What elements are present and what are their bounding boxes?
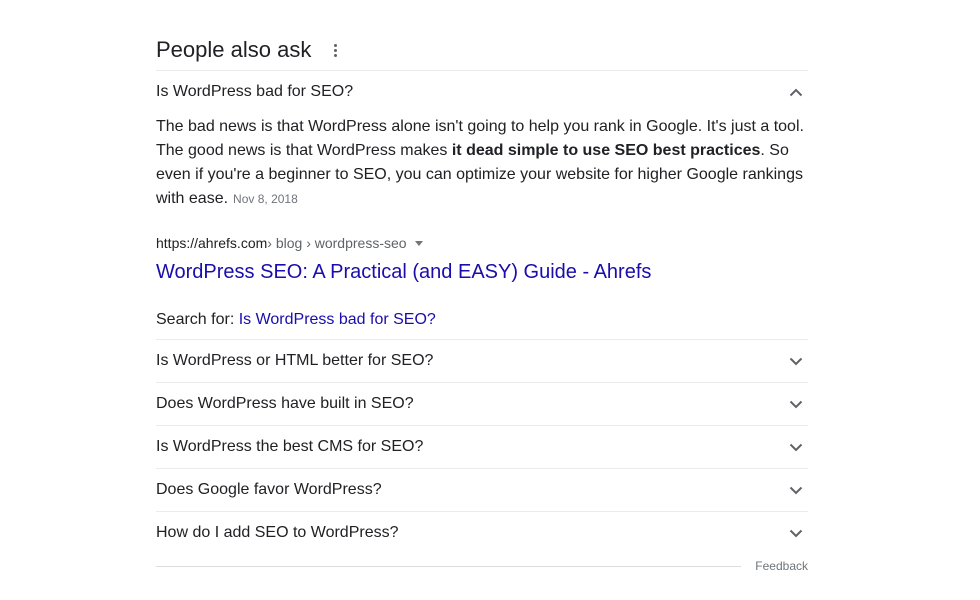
question-text: Is WordPress or HTML better for SEO?	[156, 352, 434, 369]
more-vert-icon[interactable]	[329, 40, 341, 60]
paa-header: People also ask	[156, 30, 808, 71]
search-for-label: Search for:	[156, 311, 239, 328]
question-text: Does Google favor WordPress?	[156, 481, 382, 498]
paa-footer: Feedback	[156, 557, 808, 575]
chevron-up-icon[interactable]	[784, 80, 808, 104]
answer-date: Nov 8, 2018	[233, 192, 298, 206]
result-title-link[interactable]: WordPress SEO: A Practical (and EASY) Gu…	[156, 259, 808, 285]
chevron-down-icon[interactable]	[784, 435, 808, 459]
chevron-down-icon[interactable]	[784, 521, 808, 545]
question-item[interactable]: Is WordPress the best CMS for SEO?	[156, 425, 808, 468]
question-item[interactable]: Does Google favor WordPress?	[156, 468, 808, 511]
question-text: Is WordPress the best CMS for SEO?	[156, 438, 424, 455]
related-questions: Is WordPress or HTML better for SEO? Doe…	[156, 339, 808, 554]
search-for-link[interactable]: Is WordPress bad for SEO?	[239, 311, 436, 328]
chevron-down-icon[interactable]	[784, 392, 808, 416]
question-text: How do I add SEO to WordPress?	[156, 524, 399, 541]
chevron-down-icon[interactable]	[784, 478, 808, 502]
answer-snippet: The bad news is that WordPress alone isn…	[156, 115, 808, 211]
people-also-ask: People also ask Is WordPress bad for SEO…	[156, 30, 808, 554]
search-for-row: Search for: Is WordPress bad for SEO?	[156, 309, 808, 339]
question-item[interactable]: How do I add SEO to WordPress?	[156, 511, 808, 554]
question-text: Does WordPress have built in SEO?	[156, 395, 414, 412]
question-item[interactable]: Does WordPress have built in SEO?	[156, 382, 808, 425]
footer-divider	[156, 565, 742, 567]
answer-bold-text: it dead simple to use SEO best practices	[451, 142, 761, 159]
caret-down-icon[interactable]	[414, 240, 423, 246]
chevron-down-icon[interactable]	[784, 349, 808, 373]
source-citation: https://ahrefs.com › blog › wordpress-se…	[156, 233, 808, 253]
expanded-question-text: Is WordPress bad for SEO?	[156, 83, 354, 100]
question-item[interactable]: Is WordPress or HTML better for SEO?	[156, 339, 808, 382]
expanded-question-row[interactable]: Is WordPress bad for SEO?	[156, 71, 808, 113]
feedback-link[interactable]: Feedback	[755, 559, 808, 573]
source-domain: https://ahrefs.com	[156, 235, 268, 251]
paa-title: People also ask	[156, 37, 312, 62]
source-breadcrumb: › blog › wordpress-seo	[267, 235, 407, 251]
